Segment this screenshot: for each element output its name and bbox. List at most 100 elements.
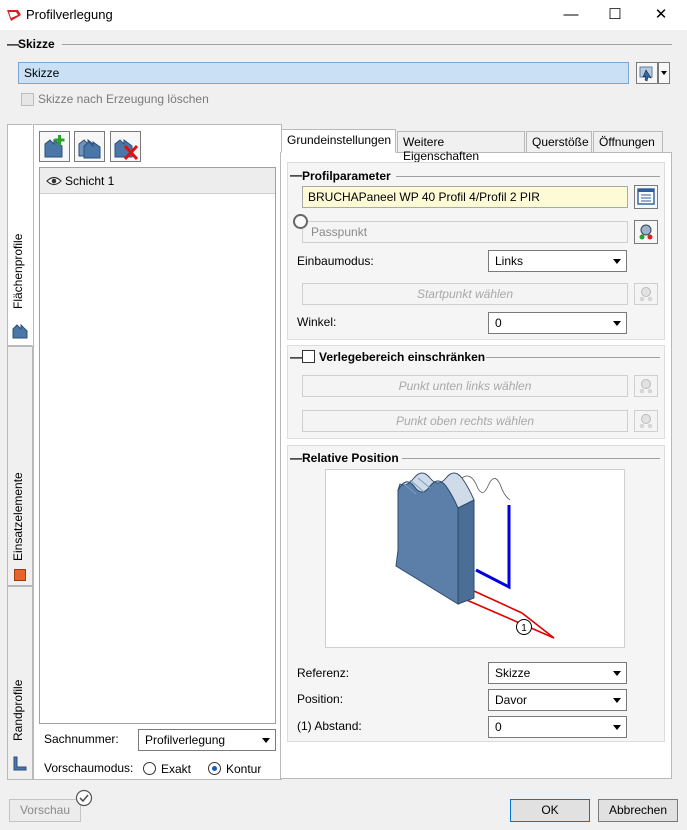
position-select[interactable]: Davor — [488, 689, 627, 711]
tab-oeffnungen[interactable]: Öffnungen — [593, 131, 663, 153]
divider — [62, 44, 672, 45]
winkel-value: 0 — [495, 316, 502, 330]
skizze-delete-label: Skizze nach Erzeugung löschen — [38, 92, 209, 106]
collapse-relative-position-icon[interactable]: — — [290, 451, 302, 465]
divider — [486, 357, 660, 358]
pick-skizze-button[interactable] — [636, 62, 658, 84]
referenz-label: Referenz: — [297, 666, 350, 680]
pick-passpunkt-button[interactable] — [634, 220, 658, 244]
eye-icon[interactable] — [46, 176, 62, 186]
radio-kontur-label: Kontur — [226, 762, 262, 776]
position-preview: 1 — [325, 469, 625, 648]
side-tab-flaechenprofile[interactable]: Flächenprofile — [7, 124, 33, 346]
edge-profile-icon — [13, 756, 27, 771]
passpunkt-field[interactable]: Passpunkt — [302, 221, 628, 243]
abstand-value: 0 — [495, 720, 502, 734]
pick-point-icon — [639, 414, 653, 429]
referenz-select[interactable]: Skizze — [488, 662, 627, 684]
pick-point-icon — [639, 379, 653, 394]
side-tab-randprofile[interactable]: Randprofile — [7, 586, 33, 780]
title-bar: Profilverlegung — ☐ ✕ — [0, 0, 687, 30]
skizze-delete-checkbox[interactable] — [21, 93, 34, 106]
side-tab-label: Flächenprofile — [11, 233, 25, 309]
einbaumodus-label: Einbaumodus: — [297, 254, 374, 268]
profile-field[interactable]: BRUCHAPaneel WP 40 Profil 4/Profil 2 PIR — [302, 186, 628, 208]
app-icon — [6, 7, 22, 23]
chevron-down-icon — [613, 698, 621, 703]
passpunkt-indicator-icon — [293, 214, 308, 229]
layer-list: Schicht 1 — [39, 167, 276, 724]
pick-unten-links-button[interactable] — [634, 375, 658, 397]
chevron-down-icon — [661, 71, 667, 75]
sachnummer-value: Profilverlegung — [145, 733, 226, 747]
maximize-button[interactable]: ☐ — [600, 4, 630, 26]
radio-exakt-label: Exakt — [161, 762, 192, 776]
einbaumodus-select[interactable]: Links — [488, 250, 627, 272]
side-tab-label: Randprofile — [11, 679, 25, 741]
verlegebereich-checkbox[interactable] — [302, 350, 315, 363]
copy-layer-icon — [78, 138, 101, 159]
radio-kontur[interactable] — [208, 762, 221, 775]
radio-exakt[interactable] — [143, 762, 156, 775]
pick-oben-rechts-button[interactable] — [634, 410, 658, 432]
layer-name: Schicht 1 — [65, 174, 115, 188]
collapse-verlegebereich-icon[interactable]: — — [290, 350, 302, 364]
verlegebereich-header: Verlegebereich einschränken — [319, 350, 486, 364]
profile-catalog-button[interactable] — [634, 185, 658, 209]
position-value: Davor — [495, 693, 528, 707]
delete-layer-button[interactable] — [110, 131, 141, 162]
divider — [396, 176, 660, 177]
tab-querstoesse[interactable]: Querstöße — [526, 131, 592, 153]
ok-button[interactable]: OK — [510, 799, 590, 822]
tab-weitere-eigenschaften[interactable]: Weitere Eigenschaften — [397, 131, 525, 163]
skizze-field[interactable]: Skizze — [18, 62, 629, 84]
punkt-oben-rechts-button[interactable]: Punkt oben rechts wählen — [302, 410, 628, 432]
chevron-down-icon — [613, 259, 621, 264]
add-layer-button[interactable] — [39, 131, 70, 162]
minimize-button[interactable]: — — [556, 4, 586, 26]
vorschau-button[interactable]: Vorschau — [9, 799, 81, 822]
sachnummer-select[interactable]: Profilverlegung — [138, 729, 276, 751]
vorschaumodus-label: Vorschaumodus: — [44, 761, 134, 775]
abbrechen-button[interactable]: Abbrechen — [598, 799, 678, 822]
relative-position-header: Relative Position — [302, 451, 399, 465]
skizze-header: Skizze — [18, 37, 55, 51]
delete-layer-icon — [114, 139, 139, 161]
pick-point-icon — [639, 287, 653, 302]
divider — [402, 458, 660, 459]
pick-point-icon — [639, 224, 653, 240]
surface-profile-icon — [12, 323, 28, 339]
abstand-select[interactable]: 0 — [488, 716, 627, 738]
profilparameter-header: Profilparameter — [302, 169, 391, 183]
chevron-down-icon — [613, 671, 621, 676]
einbaumodus-value: Links — [495, 254, 524, 268]
punkt-unten-links-button[interactable]: Punkt unten links wählen — [302, 375, 628, 397]
catalog-icon — [637, 188, 655, 205]
position-label: Position: — [297, 692, 344, 706]
collapse-profilparameter-icon[interactable]: — — [290, 168, 302, 182]
pick-startpunkt-button[interactable] — [634, 283, 658, 305]
pick-options-dropdown[interactable] — [658, 62, 670, 84]
chevron-down-icon — [613, 321, 621, 326]
add-layer-icon — [44, 135, 65, 158]
passpunkt-value: Passpunkt — [311, 225, 368, 239]
winkel-select[interactable]: 0 — [488, 312, 627, 334]
tab-grundeinstellungen[interactable]: Grundeinstellungen — [281, 129, 396, 153]
startpunkt-button[interactable]: Startpunkt wählen — [302, 283, 628, 305]
preview-check-icon — [75, 789, 93, 807]
side-tab-einsatzelemente[interactable]: Einsatzelemente — [7, 346, 33, 586]
distance-marker-label: 1 — [521, 623, 527, 634]
window-title: Profilverlegung — [26, 7, 113, 22]
sachnummer-label: Sachnummer: — [44, 732, 119, 746]
chevron-down-icon — [262, 738, 270, 743]
copy-layer-button[interactable] — [74, 131, 105, 162]
abstand-label: (1) Abstand: — [297, 719, 362, 733]
profile-position-diagram: 1 — [395, 472, 555, 639]
list-item[interactable]: Schicht 1 — [40, 168, 275, 194]
chevron-down-icon — [613, 725, 621, 730]
pick-icon — [639, 66, 653, 82]
close-button[interactable]: ✕ — [646, 4, 676, 26]
side-tab-label: Einsatzelemente — [11, 472, 25, 561]
insert-element-icon — [14, 569, 26, 581]
winkel-label: Winkel: — [297, 315, 337, 329]
